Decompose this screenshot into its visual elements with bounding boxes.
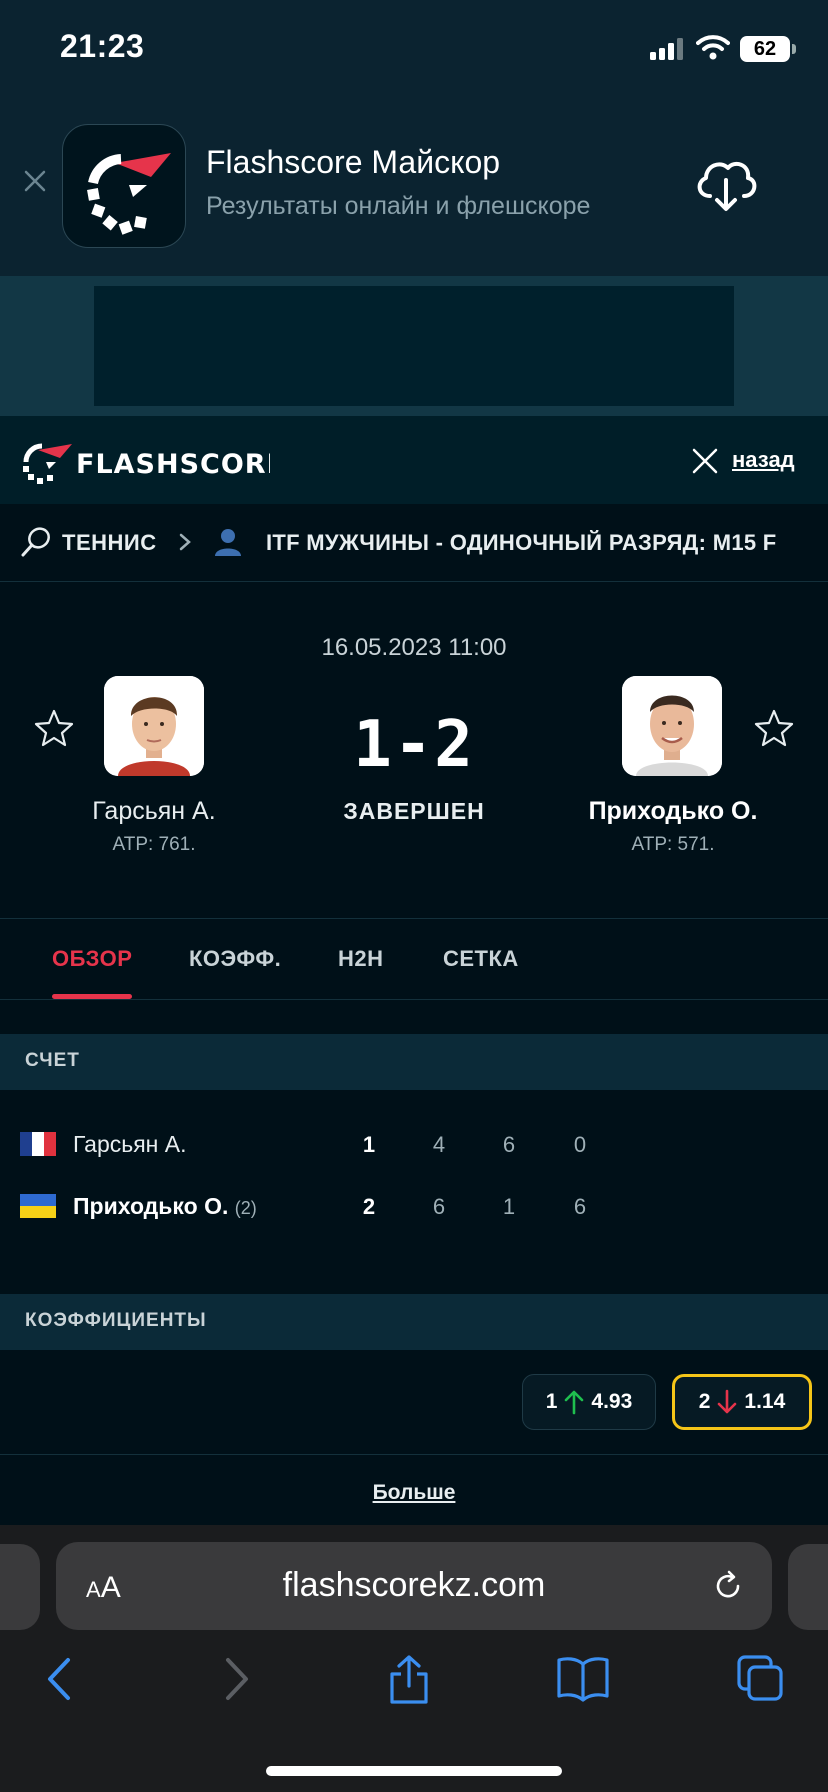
score-table <box>0 1090 828 1294</box>
banner-close-icon[interactable] <box>22 168 48 194</box>
score-row-away-set2: 1 <box>502 1194 516 1219</box>
score-row-away-set3: 6 <box>573 1194 587 1219</box>
odds-home-label: 1 <box>545 1390 558 1413</box>
logo-wordmark: FLASHSCORE <box>76 449 270 480</box>
score-row-away-name: Приходько О. <box>73 1193 229 1219</box>
ad-slot[interactable] <box>94 286 734 406</box>
odds-away-value: 1.14 <box>744 1390 786 1413</box>
tab-draw[interactable]: СЕТКА <box>443 946 519 972</box>
seed-tag: (2) <box>234 1198 257 1218</box>
odds-home-value: 4.93 <box>591 1390 633 1413</box>
forward-arrow-icon[interactable] <box>216 1654 256 1704</box>
score-section-title: СЧЕТ <box>25 1050 80 1071</box>
banner-title: Flashscore Майскор <box>206 144 501 180</box>
bookmarks-book-icon[interactable] <box>556 1654 610 1702</box>
arrow-down-icon <box>718 1389 737 1414</box>
chevron-right-icon <box>179 533 191 551</box>
previous-tab-peek[interactable] <box>0 1544 40 1630</box>
breadcrumb-sport[interactable]: ТЕННИС <box>62 530 157 556</box>
match-status: ЗАВЕРШЕН <box>343 798 485 824</box>
tab-h2h[interactable]: H2H <box>338 946 384 972</box>
divider <box>0 1000 828 1034</box>
odds-away-button[interactable]: 2 1.14 <box>672 1374 812 1430</box>
away-player-photo[interactable] <box>622 676 722 776</box>
back-link[interactable]: назад <box>732 447 795 473</box>
back-arrow-icon[interactable] <box>40 1654 80 1704</box>
status-time: 21:23 <box>60 28 145 64</box>
score-row-away-total: 2 <box>362 1194 376 1219</box>
more-link[interactable]: Больше <box>0 1481 828 1505</box>
score-row-home-set2: 6 <box>502 1132 516 1157</box>
score-section-header <box>0 1034 828 1090</box>
score-row-home-total: 1 <box>362 1132 376 1157</box>
url-text[interactable]: flashscorekz.com <box>56 1566 772 1605</box>
cloud-download-icon[interactable] <box>692 156 760 214</box>
person-icon <box>215 529 241 556</box>
favorite-star-icon[interactable] <box>754 708 794 748</box>
favorite-star-icon[interactable] <box>34 708 74 748</box>
tabs-overview-icon[interactable] <box>736 1654 784 1702</box>
share-icon[interactable] <box>386 1654 432 1706</box>
tab-overview[interactable]: ОБЗОР <box>52 946 132 972</box>
battery-icon: 62 <box>740 36 790 62</box>
away-player-rank: ATP: 571. <box>631 834 715 855</box>
breadcrumb-league[interactable]: ITF МУЖЧИНЫ - ОДИНОЧНЫЙ РАЗРЯД: M15 F <box>266 530 792 556</box>
home-player-rank: ATP: 761. <box>112 834 196 855</box>
app-icon[interactable] <box>62 124 186 248</box>
home-indicator[interactable] <box>266 1766 562 1776</box>
tab-odds[interactable]: КОЭФФ. <box>189 946 281 972</box>
home-player-photo[interactable] <box>104 676 204 776</box>
player-portrait <box>622 676 722 776</box>
france-flag-icon <box>20 1132 56 1156</box>
odds-away-label: 2 <box>698 1390 711 1413</box>
active-tab-indicator <box>52 994 132 999</box>
flashscore-logo-icon <box>87 153 171 235</box>
home-player-name[interactable]: Гарсьян А. <box>54 797 254 826</box>
arrow-up-icon <box>565 1390 584 1415</box>
player-portrait <box>104 676 204 776</box>
score-row-home-name[interactable]: Гарсьян А. <box>73 1131 187 1158</box>
reload-icon[interactable] <box>710 1568 746 1604</box>
tennis-racket-icon <box>21 527 50 557</box>
score-row-home-set1: 4 <box>432 1132 446 1157</box>
score-row-away-name-wrap[interactable]: Приходько О. (2) <box>73 1193 257 1220</box>
match-score: 1-2 <box>353 708 475 782</box>
match-datetime: 16.05.2023 11:00 <box>321 634 507 661</box>
score-row-away-set1: 6 <box>432 1194 446 1219</box>
close-icon[interactable] <box>692 448 718 474</box>
odds-section-title: КОЭФФИЦИЕНТЫ <box>25 1310 207 1331</box>
odds-home-button[interactable]: 1 4.93 <box>522 1374 656 1430</box>
site-logo[interactable]: FLASHSCORE <box>20 438 285 489</box>
flashscore-logo-icon: FLASHSCORE <box>23 443 285 484</box>
score-row-home-set3: 0 <box>573 1132 587 1157</box>
away-player-name[interactable]: Приходько О. <box>573 797 773 826</box>
wifi-icon <box>696 35 730 60</box>
signal-icon <box>650 38 683 60</box>
next-tab-peek[interactable] <box>788 1544 828 1630</box>
battery-nub <box>792 44 796 54</box>
banner-subtitle: Результаты онлайн и флешскоре <box>206 192 591 220</box>
ukraine-flag-icon <box>20 1194 56 1218</box>
